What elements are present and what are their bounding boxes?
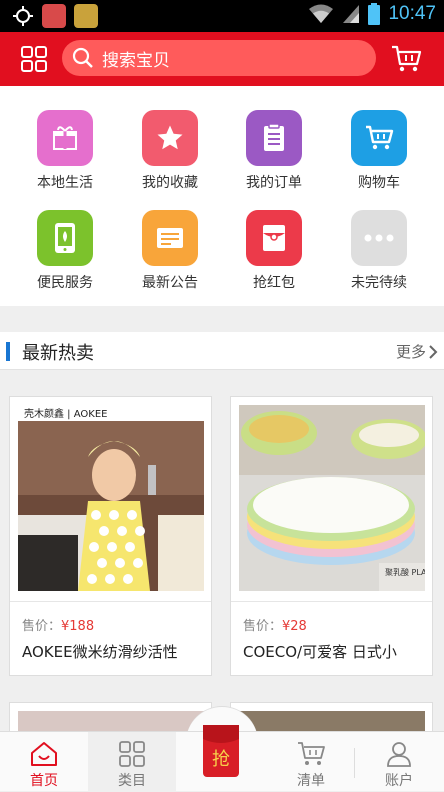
menu-tile bbox=[351, 210, 407, 266]
tab-category[interactable]: 类目 bbox=[88, 732, 176, 792]
red-packet-label: 抢 bbox=[212, 749, 230, 770]
user-icon bbox=[387, 742, 411, 767]
section-accent-bar bbox=[6, 342, 10, 361]
cart-icon bbox=[298, 742, 325, 765]
menu-item-local-life[interactable]: 本地生活 bbox=[10, 110, 120, 206]
menu-item-label: 购物车 bbox=[358, 175, 400, 191]
tab-list[interactable]: 清单 bbox=[267, 732, 355, 792]
chevron-right-icon bbox=[429, 344, 438, 359]
menu-item-label: 便民服务 bbox=[37, 275, 93, 291]
cart-icon bbox=[366, 125, 394, 150]
category-grid-icon bbox=[119, 741, 145, 767]
notice-icon bbox=[157, 228, 183, 248]
cart-icon bbox=[392, 45, 422, 72]
price-value: ¥188 bbox=[61, 619, 95, 634]
gift-icon bbox=[53, 126, 77, 150]
product-price: 售价：¥28 bbox=[243, 615, 307, 634]
red-packet-icon bbox=[263, 225, 285, 251]
menu-tile bbox=[142, 110, 198, 166]
wifi-icon bbox=[309, 4, 334, 23]
home-icon bbox=[31, 742, 57, 766]
notification-app-icon-2 bbox=[74, 4, 98, 28]
menu-item-label: 未完待续 bbox=[351, 275, 407, 291]
more-label: 更多 bbox=[395, 343, 426, 361]
product-name: COECO/可爱客 日式小 bbox=[243, 643, 397, 661]
product-price: 售价：¥188 bbox=[22, 615, 94, 634]
menu-item-favorites[interactable]: 我的收藏 bbox=[115, 110, 225, 206]
notification-app-icon bbox=[42, 4, 66, 28]
card-divider bbox=[231, 601, 432, 602]
price-value: ¥28 bbox=[282, 619, 307, 634]
search-input[interactable]: 搜索宝贝 bbox=[62, 40, 376, 76]
menu-tile bbox=[351, 110, 407, 166]
order-list-icon bbox=[264, 123, 284, 151]
product-name: AOKEE微米纺滑纱活性 bbox=[22, 643, 178, 661]
price-label: 售价： bbox=[243, 619, 283, 634]
tab-account[interactable]: 账户 bbox=[355, 732, 443, 792]
tab-home[interactable]: 首页 bbox=[0, 732, 88, 792]
menu-item-services[interactable]: 便民服务 bbox=[10, 210, 120, 306]
clock: 10:47 bbox=[388, 3, 436, 24]
menu-item-red-packet[interactable]: 抢红包 bbox=[219, 210, 329, 306]
menu-item-orders[interactable]: 我的订单 bbox=[219, 110, 329, 206]
menu-tile bbox=[37, 210, 93, 266]
menu-tile bbox=[246, 110, 302, 166]
menu-tile bbox=[37, 110, 93, 166]
product-image: 壳木颜鑫 | AOKEE bbox=[18, 405, 204, 591]
red-packet-icon: 抢 bbox=[203, 725, 239, 770]
product-brand-text: 壳木颜鑫 | AOKEE bbox=[24, 407, 107, 420]
menu-item-label: 我的订单 bbox=[246, 175, 302, 191]
grab-red-packet-button[interactable]: 抢 bbox=[203, 725, 239, 777]
product-brand-text: 聚乳酸 PLA bbox=[385, 567, 425, 577]
section-title: 最新热卖 bbox=[22, 343, 94, 364]
product-card[interactable]: 壳木颜鑫 | AOKEE 售价：¥188 AOKEE微米纺滑纱活性 bbox=[9, 396, 212, 676]
status-bar: 10:47 bbox=[0, 0, 444, 32]
card-divider bbox=[10, 601, 211, 602]
search-placeholder: 搜索宝贝 bbox=[102, 50, 170, 71]
battery-icon bbox=[368, 3, 381, 25]
menu-item-label: 最新公告 bbox=[142, 275, 198, 291]
hot-sale-section-header: 最新热卖 更多 bbox=[0, 332, 444, 370]
header-cart-button[interactable] bbox=[390, 44, 422, 74]
product-image: 聚乳酸 PLA bbox=[239, 405, 425, 591]
tab-label: 首页 bbox=[30, 773, 58, 789]
menu-item-cart[interactable]: 购物车 bbox=[324, 110, 434, 206]
signal-icon bbox=[343, 5, 360, 23]
shortcut-menu: 本地生活 我的收藏 我的订单 购物车 便民服务 最新公告 抢红包 未完待续 bbox=[0, 86, 444, 306]
price-label: 售价： bbox=[22, 619, 62, 634]
grid-icon bbox=[21, 46, 47, 72]
menu-item-tbd[interactable]: 未完待续 bbox=[324, 210, 434, 306]
menu-item-label: 抢红包 bbox=[253, 275, 295, 291]
menu-item-label: 我的收藏 bbox=[142, 175, 198, 191]
phone-icon bbox=[55, 223, 75, 253]
tab-label: 清单 bbox=[297, 773, 325, 789]
search-icon bbox=[72, 47, 93, 68]
tab-label: 类目 bbox=[118, 773, 146, 789]
product-card[interactable]: 聚乳酸 PLA 售价：¥28 COECO/可爱客 日式小 bbox=[230, 396, 433, 676]
menu-item-label: 本地生活 bbox=[37, 175, 93, 191]
star-icon bbox=[157, 125, 183, 150]
app-header: 搜索宝贝 bbox=[0, 32, 444, 86]
menu-tile bbox=[246, 210, 302, 266]
menu-tile bbox=[142, 210, 198, 266]
menu-item-notices[interactable]: 最新公告 bbox=[115, 210, 225, 306]
tab-label: 账户 bbox=[385, 773, 413, 789]
gps-icon bbox=[13, 6, 33, 26]
more-dots-icon bbox=[364, 234, 394, 242]
category-grid-button[interactable] bbox=[20, 45, 48, 73]
more-link[interactable]: 更多 bbox=[396, 341, 438, 362]
